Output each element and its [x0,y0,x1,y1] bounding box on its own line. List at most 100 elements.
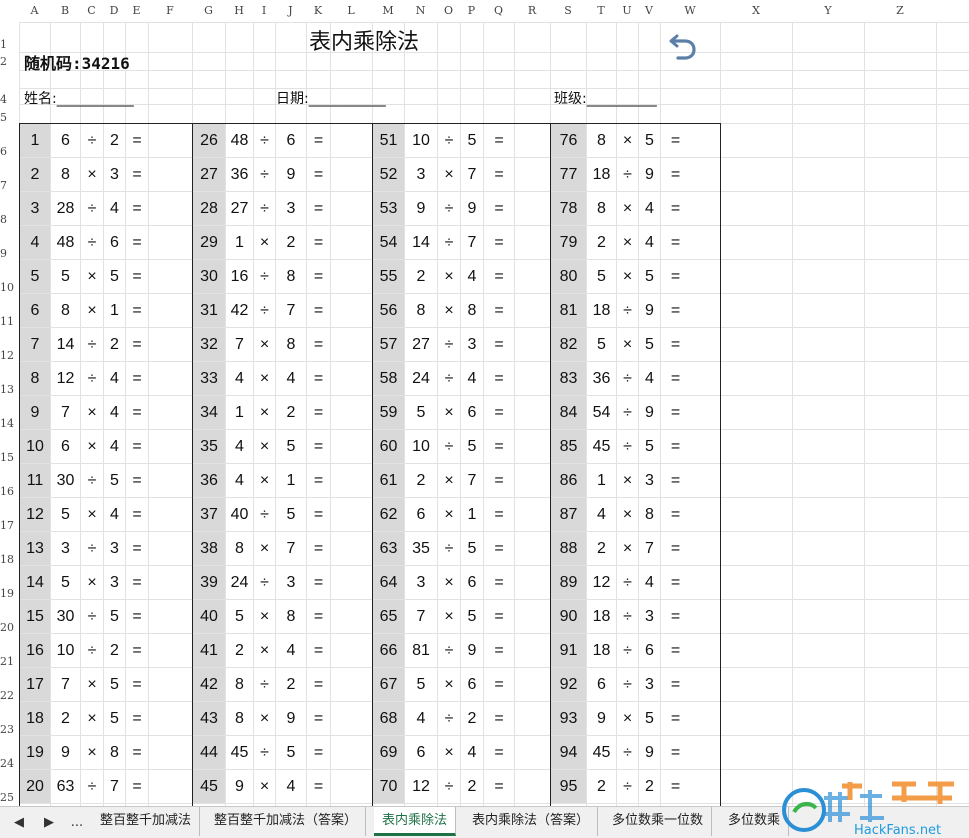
undo-arrow-icon[interactable] [668,30,698,62]
equals-sign[interactable]: = [307,498,330,531]
problem-number[interactable]: 17 [20,668,50,701]
operator[interactable]: ÷ [81,464,103,497]
operand-a[interactable]: 1 [226,226,253,259]
equals-sign[interactable]: = [661,600,690,633]
equals-sign[interactable]: = [126,702,148,735]
operator[interactable]: × [81,260,103,293]
operator[interactable]: ÷ [438,770,460,803]
row-header[interactable]: 19 [0,587,17,600]
row-header[interactable]: 13 [0,383,17,396]
operand-b[interactable]: 6 [276,124,306,157]
operand-a[interactable]: 5 [405,396,437,429]
column-header[interactable]: M [372,0,404,22]
operand-b[interactable]: 6 [104,226,125,259]
operand-b[interactable]: 5 [104,668,125,701]
equals-sign[interactable]: = [307,566,330,599]
operand-b[interactable]: 5 [276,498,306,531]
problem-number[interactable]: 4 [20,226,50,259]
problem-number[interactable]: 80 [551,260,586,293]
problem-number[interactable]: 1 [20,124,50,157]
operand-a[interactable]: 18 [587,600,616,633]
problem-number[interactable]: 11 [20,464,50,497]
operator[interactable]: ÷ [254,158,275,191]
equals-sign[interactable]: = [126,124,148,157]
problem-number[interactable]: 19 [20,736,50,769]
problem-number[interactable]: 2 [20,158,50,191]
row-header[interactable]: 7 [0,179,17,192]
operator[interactable]: × [617,498,638,531]
equals-sign[interactable]: = [126,532,148,565]
operator[interactable]: × [81,294,103,327]
operand-a[interactable]: 30 [51,600,80,633]
equals-sign[interactable]: = [661,192,690,225]
random-code[interactable]: 随机码:34216 [24,50,130,74]
equals-sign[interactable]: = [484,498,514,531]
operator[interactable]: × [254,362,275,395]
operator[interactable]: ÷ [254,566,275,599]
problem-number[interactable]: 33 [193,362,225,395]
operand-a[interactable]: 42 [226,294,253,327]
operand-a[interactable]: 2 [405,260,437,293]
problem-number[interactable]: 18 [20,702,50,735]
operand-a[interactable]: 27 [226,192,253,225]
date-field[interactable]: 日期:___________ [276,88,386,108]
column-header[interactable]: K [306,0,330,22]
column-header[interactable]: D [103,0,125,22]
operand-b[interactable]: 4 [639,362,660,395]
problem-number[interactable]: 88 [551,532,586,565]
operand-b[interactable]: 8 [461,294,483,327]
operand-a[interactable]: 2 [587,226,616,259]
operand-b[interactable]: 1 [276,464,306,497]
operator[interactable]: × [81,396,103,429]
sheet-tab[interactable]: 多位数乘 [720,807,790,836]
operand-b[interactable]: 7 [639,532,660,565]
operand-b[interactable]: 4 [276,634,306,667]
operand-a[interactable]: 18 [587,294,616,327]
operator[interactable]: × [81,736,103,769]
equals-sign[interactable]: = [126,430,148,463]
problem-number[interactable]: 90 [551,600,586,633]
more-sheets-button[interactable]: ... [64,807,90,838]
operand-b[interactable]: 9 [639,294,660,327]
problem-number[interactable]: 52 [373,158,404,191]
operand-b[interactable]: 3 [276,566,306,599]
operand-a[interactable]: 8 [587,192,616,225]
sheet-tab[interactable]: 整百整千加减法（答案） [206,807,367,836]
operand-a[interactable]: 10 [405,124,437,157]
problem-number[interactable]: 32 [193,328,225,361]
problem-number[interactable]: 61 [373,464,404,497]
problem-number[interactable]: 15 [20,600,50,633]
operand-a[interactable]: 9 [405,192,437,225]
equals-sign[interactable]: = [126,668,148,701]
row-header[interactable]: 8 [0,213,17,226]
problem-number[interactable]: 79 [551,226,586,259]
operand-b[interactable]: 6 [639,634,660,667]
operator[interactable]: × [254,634,275,667]
operand-a[interactable]: 9 [51,736,80,769]
equals-sign[interactable]: = [484,192,514,225]
operand-a[interactable]: 1 [226,396,253,429]
row-header[interactable]: 23 [0,723,17,736]
operand-a[interactable]: 8 [226,532,253,565]
operand-a[interactable]: 36 [226,158,253,191]
column-header[interactable]: C [80,0,103,22]
operand-a[interactable]: 5 [587,328,616,361]
operand-b[interactable]: 4 [461,260,483,293]
equals-sign[interactable]: = [661,770,690,803]
operand-a[interactable]: 16 [226,260,253,293]
operand-b[interactable]: 4 [276,770,306,803]
problem-number[interactable]: 57 [373,328,404,361]
equals-sign[interactable]: = [307,192,330,225]
operand-b[interactable]: 2 [276,396,306,429]
operand-b[interactable]: 5 [639,260,660,293]
operator[interactable]: ÷ [81,600,103,633]
equals-sign[interactable]: = [484,158,514,191]
operand-a[interactable]: 6 [405,498,437,531]
equals-sign[interactable]: = [661,362,690,395]
column-header[interactable]: Y [792,0,864,22]
equals-sign[interactable]: = [484,634,514,667]
operator[interactable]: ÷ [617,362,638,395]
operand-a[interactable]: 2 [405,464,437,497]
problem-number[interactable]: 30 [193,260,225,293]
operand-b[interactable]: 5 [104,702,125,735]
